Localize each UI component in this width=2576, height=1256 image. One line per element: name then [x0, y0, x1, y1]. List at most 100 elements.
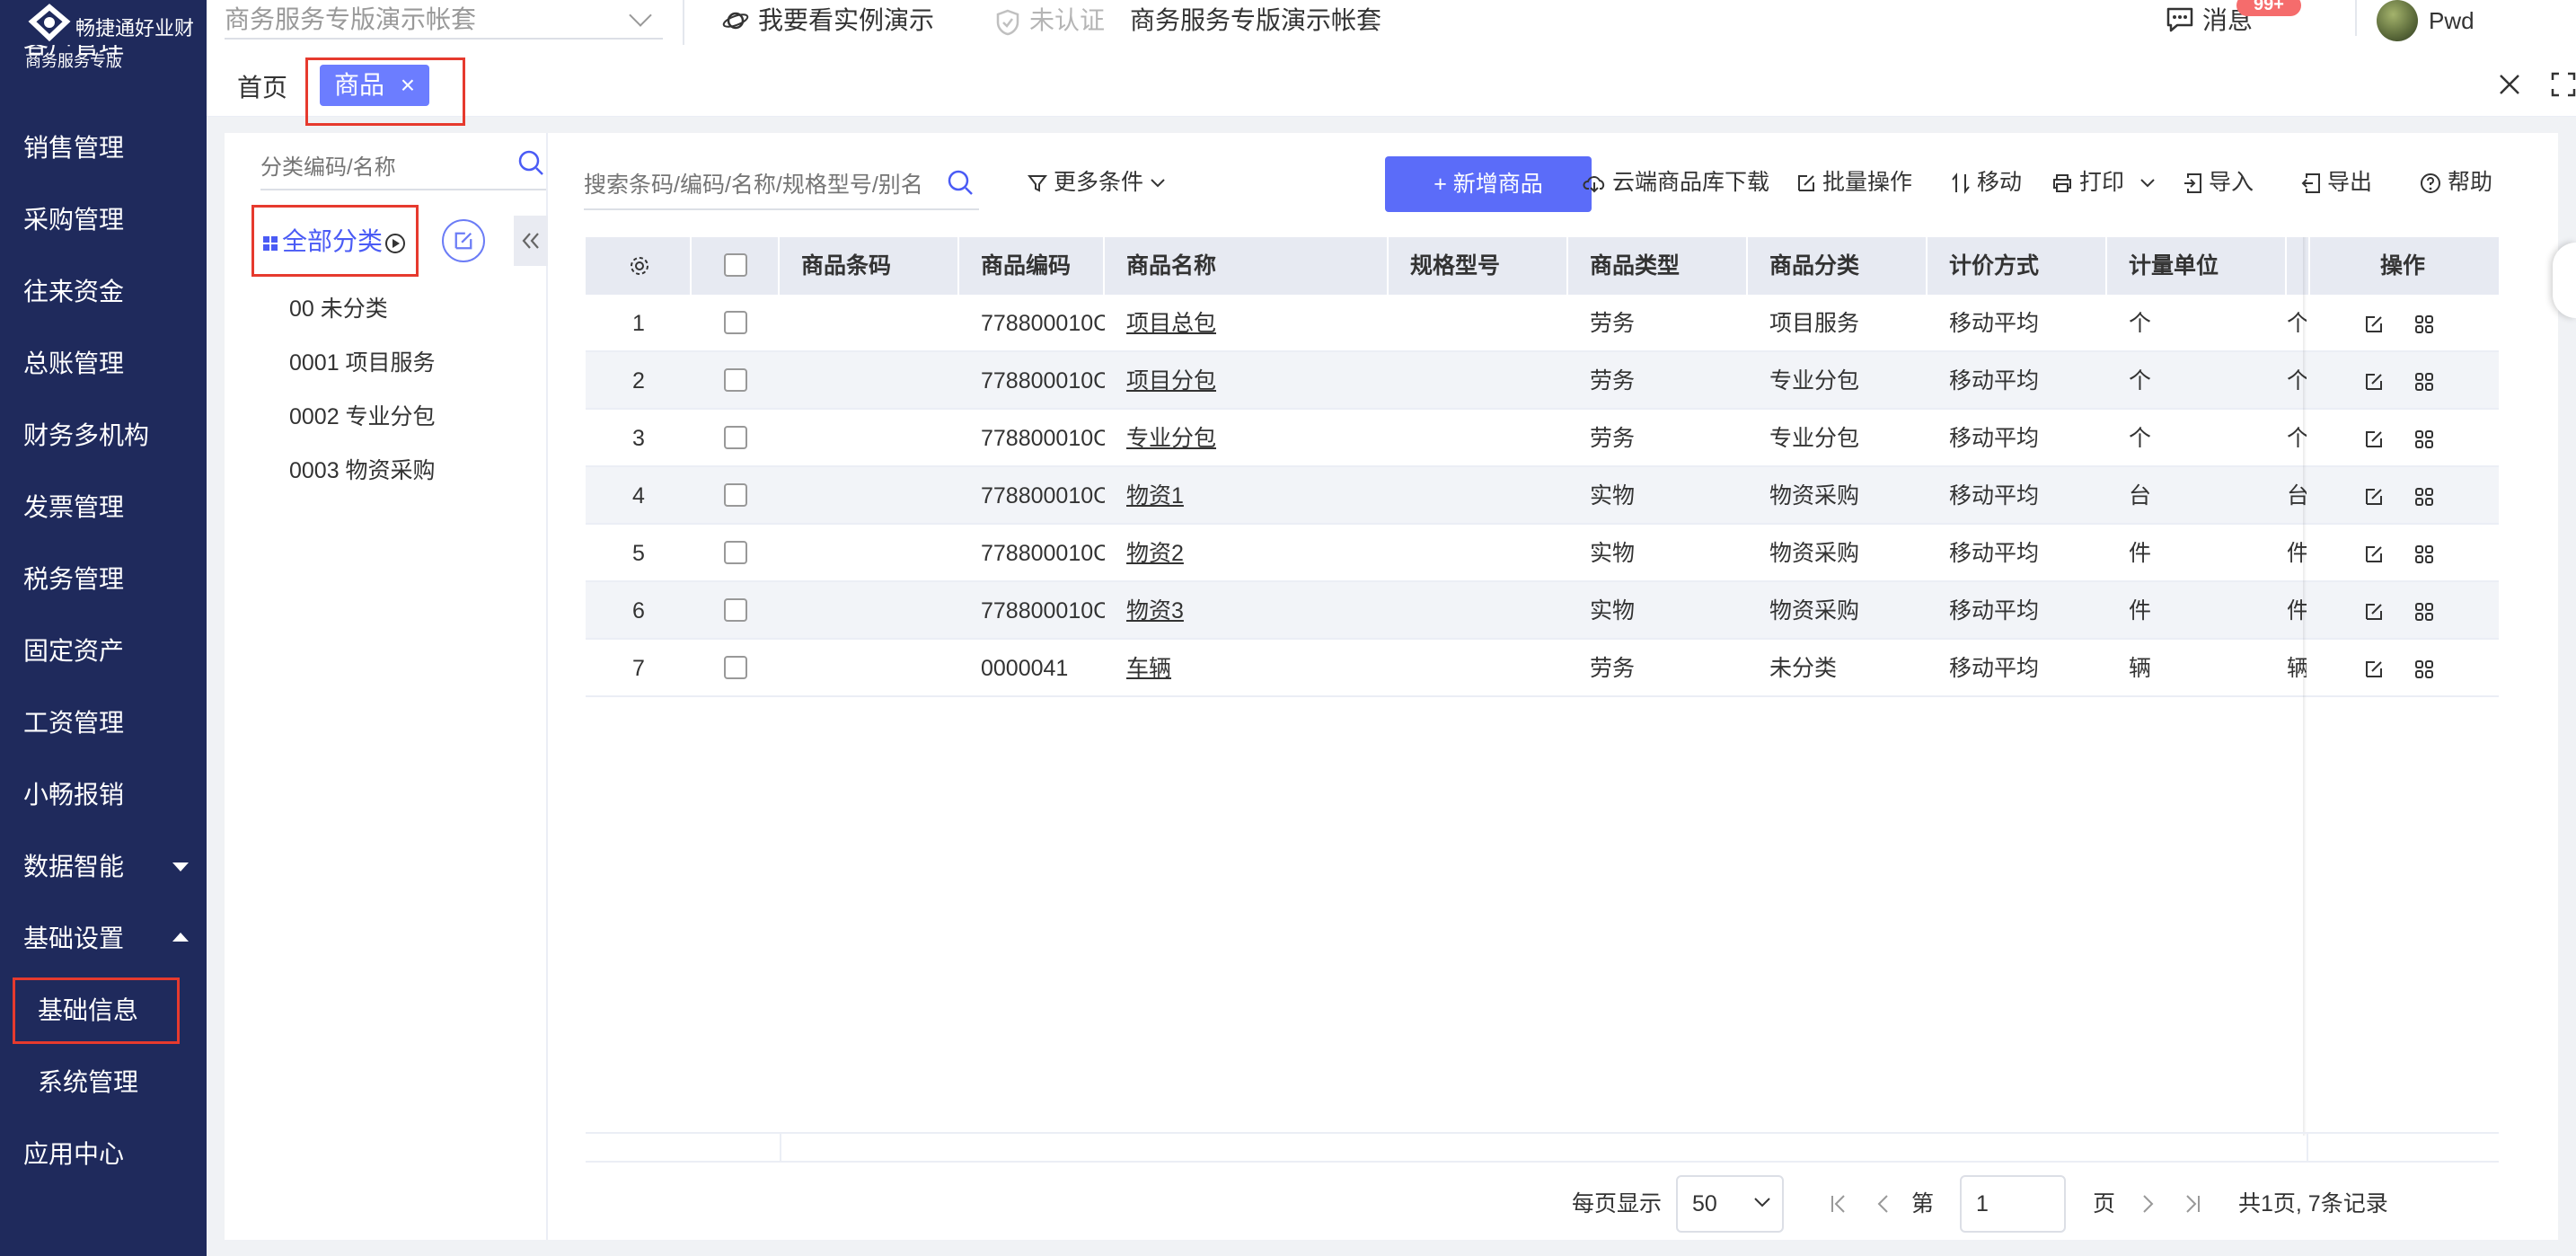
- first-page-icon[interactable]: [1829, 1193, 1848, 1215]
- edit-icon[interactable]: [2364, 602, 2384, 622]
- edit-category-icon[interactable]: [442, 219, 485, 262]
- cell-name[interactable]: 专业分包: [1105, 410, 1389, 467]
- help-button[interactable]: 帮助: [2420, 169, 2492, 196]
- apps-icon[interactable]: [2414, 429, 2434, 449]
- import-button[interactable]: 导入: [2183, 169, 2254, 196]
- sidebar-item-app-center[interactable]: 应用中心: [0, 1123, 207, 1186]
- close-all-tabs-icon[interactable]: [2497, 72, 2522, 97]
- demo-link[interactable]: 我要看实例演示: [758, 5, 934, 36]
- header-spec[interactable]: 规格型号: [1389, 237, 1568, 295]
- edit-icon[interactable]: [2364, 429, 2384, 449]
- header-code[interactable]: 商品编码: [959, 237, 1105, 295]
- last-page-icon[interactable]: [2183, 1193, 2202, 1215]
- edit-icon[interactable]: [2364, 314, 2384, 334]
- sidebar-item-payroll[interactable]: 工资管理: [0, 692, 207, 755]
- edit-icon[interactable]: [2364, 659, 2384, 679]
- category-item[interactable]: 0003 物资采购: [289, 453, 436, 485]
- select-all-checkbox[interactable]: [724, 253, 747, 277]
- row-checkbox[interactable]: [724, 368, 747, 392]
- play-circle-icon[interactable]: [384, 233, 406, 254]
- sidebar-item-data-intel[interactable]: 数据智能: [0, 836, 207, 898]
- header-type[interactable]: 商品类型: [1568, 237, 1748, 295]
- column-settings[interactable]: [586, 237, 692, 295]
- edit-icon[interactable]: [2364, 544, 2384, 564]
- apps-icon[interactable]: [2414, 487, 2434, 507]
- sidebar-item-sales[interactable]: 销售管理: [0, 117, 207, 180]
- next-page-icon[interactable]: [2138, 1193, 2157, 1215]
- cell-name[interactable]: 物资1: [1105, 467, 1389, 525]
- sidebar-item-purchase[interactable]: 采购管理: [0, 189, 207, 252]
- per-page-select[interactable]: 50: [1676, 1175, 1784, 1233]
- category-item[interactable]: 0002 专业分包: [289, 399, 436, 431]
- avatar[interactable]: [2377, 0, 2418, 41]
- account-select[interactable]: 商务服务专版演示帐套: [225, 0, 663, 40]
- header-category[interactable]: 商品分类: [1748, 237, 1928, 295]
- sidebar-item-funds[interactable]: 往来资金: [0, 261, 207, 323]
- sidebar-item-basic-settings[interactable]: 基础设置: [0, 907, 207, 970]
- apps-icon[interactable]: [2414, 659, 2434, 679]
- move-button[interactable]: 移动: [1951, 169, 2022, 196]
- category-item[interactable]: 00 未分类: [289, 291, 388, 323]
- sidebar-item-invoice[interactable]: 发票管理: [0, 476, 207, 539]
- table-row[interactable]: 6 778800010C 物资3 实物 物资采购 移动平均件件: [586, 582, 2499, 640]
- fullscreen-icon[interactable]: [2551, 72, 2576, 97]
- apps-icon[interactable]: [2414, 314, 2434, 334]
- table-row[interactable]: 5 778800010C 物资2 实物 物资采购 移动平均件件: [586, 525, 2499, 582]
- table-row[interactable]: 3 778800010C 专业分包 劳务 专业分包 移动平均个个: [586, 410, 2499, 467]
- category-item[interactable]: 0001 项目服务: [289, 345, 436, 377]
- more-conditions-button[interactable]: 更多条件: [1027, 169, 1166, 196]
- page-input[interactable]: 1: [1960, 1175, 2066, 1233]
- table-row[interactable]: 1 778800010C 项目总包 劳务 项目服务 移动平均个个: [586, 295, 2499, 352]
- row-checkbox[interactable]: [724, 598, 747, 622]
- tab-home[interactable]: 首页: [237, 68, 287, 104]
- header-unit[interactable]: 计量单位: [2107, 237, 2287, 295]
- table-row[interactable]: 2 778800010C 项目分包 劳务 专业分包 移动平均个个: [586, 352, 2499, 410]
- cell-name[interactable]: 物资3: [1105, 582, 1389, 640]
- goods-search-input[interactable]: [584, 162, 979, 210]
- sidebar-item-multi-org[interactable]: 财务多机构: [0, 404, 207, 467]
- sidebar-item-ledger[interactable]: 总账管理: [0, 332, 207, 395]
- cell-name[interactable]: 物资2: [1105, 525, 1389, 582]
- apps-icon[interactable]: [2414, 544, 2434, 564]
- sidebar-item-customer[interactable]: 客户管理: [0, 45, 207, 84]
- row-checkbox[interactable]: [724, 483, 747, 507]
- floating-assistant-button[interactable]: [2553, 243, 2576, 318]
- header-pricing[interactable]: 计价方式: [1928, 237, 2107, 295]
- add-goods-button[interactable]: + 新增商品: [1385, 156, 1592, 212]
- row-checkbox[interactable]: [724, 311, 747, 334]
- sidebar-item-expense[interactable]: 小畅报销: [0, 764, 207, 827]
- user-name[interactable]: Pwd: [2429, 5, 2475, 36]
- sidebar-item-tax[interactable]: 税务管理: [0, 548, 207, 611]
- edit-icon[interactable]: [2364, 487, 2384, 507]
- row-checkbox[interactable]: [724, 426, 747, 449]
- message-icon[interactable]: [2165, 5, 2195, 34]
- auth-status[interactable]: 未认证: [1029, 5, 1105, 36]
- prev-page-icon[interactable]: [1874, 1193, 1893, 1215]
- collapse-panel-button[interactable]: [514, 216, 548, 266]
- cell-name[interactable]: 车辆: [1105, 640, 1389, 697]
- header-name[interactable]: 商品名称: [1105, 237, 1389, 295]
- row-checkbox[interactable]: [724, 541, 747, 564]
- category-search-input[interactable]: [260, 147, 546, 190]
- apps-icon[interactable]: [2414, 372, 2434, 392]
- print-button[interactable]: 打印: [2051, 169, 2156, 196]
- batch-operation-button[interactable]: 批量操作: [1796, 169, 1912, 196]
- cell-code: 0000041: [981, 656, 1069, 681]
- apps-icon[interactable]: [2414, 602, 2434, 622]
- sidebar-item-system[interactable]: 系统管理: [0, 1051, 207, 1114]
- cell-spec: [1389, 467, 1568, 525]
- all-categories[interactable]: 全部分类: [262, 226, 406, 257]
- search-icon[interactable]: [947, 169, 974, 196]
- table-row[interactable]: 4 778800010C 物资1 实物 物资采购 移动平均台台: [586, 467, 2499, 525]
- cell-name[interactable]: 项目分包: [1105, 352, 1389, 410]
- sidebar-item-fixed-assets[interactable]: 固定资产: [0, 620, 207, 683]
- horizontal-scrollbar[interactable]: [586, 1132, 2499, 1163]
- cell-name[interactable]: 项目总包: [1105, 295, 1389, 352]
- cloud-download-button[interactable]: 云端商品库下载: [1583, 169, 1769, 196]
- search-icon[interactable]: [517, 149, 544, 176]
- header-barcode[interactable]: 商品条码: [780, 237, 959, 295]
- edit-icon[interactable]: [2364, 372, 2384, 392]
- export-button[interactable]: 导出: [2301, 169, 2372, 196]
- table-row[interactable]: 7 0000041 车辆 劳务 未分类 移动平均辆辆: [586, 640, 2499, 697]
- row-checkbox[interactable]: [724, 656, 747, 679]
